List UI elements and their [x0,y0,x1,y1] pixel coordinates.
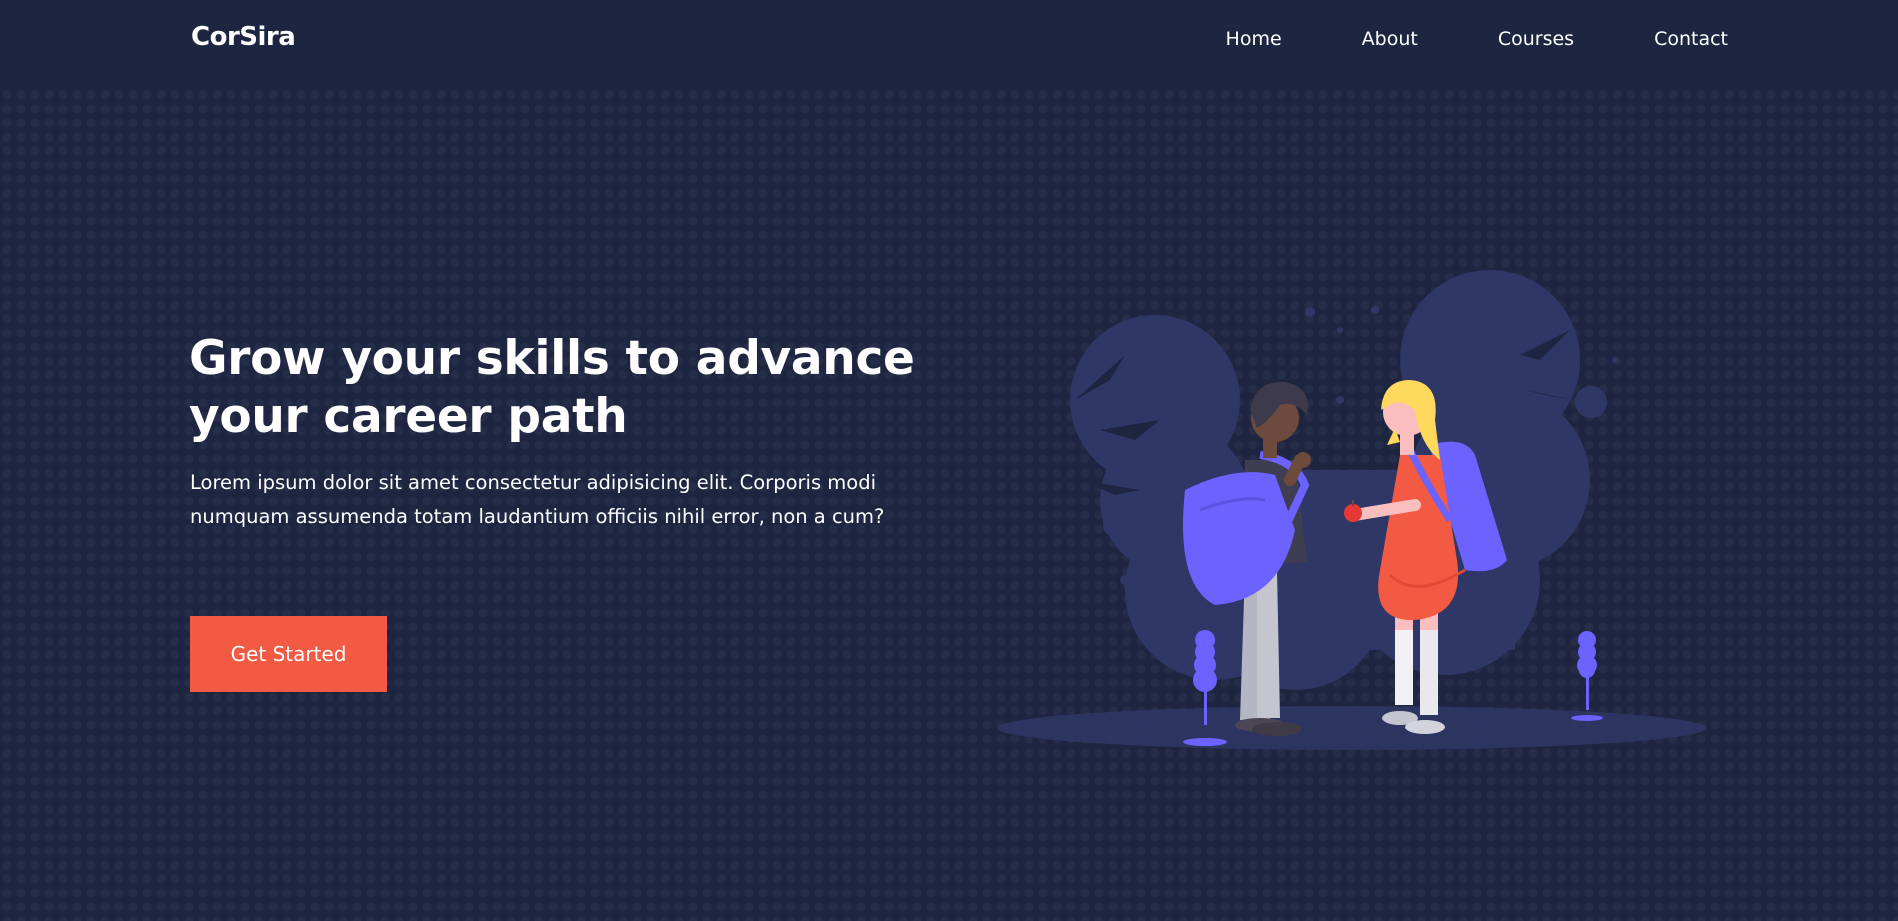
hero-title: Grow your skills to advance your career … [189,331,915,444]
get-started-button[interactable]: Get Started [190,616,387,692]
nav-menu: Home About Courses Contact [1146,28,1728,50]
brand-logo[interactable]: CorSira [191,22,296,52]
nav-item-courses[interactable]: Courses [1498,28,1574,50]
background-blobs [1070,270,1618,690]
students-illustration [997,270,1707,750]
navbar: CorSira Home About Courses Contact [0,0,1898,82]
nav-item-about[interactable]: About [1362,28,1418,50]
ground-shadow [997,706,1707,750]
nav-item-contact[interactable]: Contact [1654,28,1728,50]
right-tree [1571,631,1603,721]
landing-page: CorSira Home About Courses Contact Grow … [0,0,1898,921]
hero-description: Lorem ipsum dolor sit amet consectetur a… [190,471,885,528]
nav-item-home[interactable]: Home [1226,28,1282,50]
